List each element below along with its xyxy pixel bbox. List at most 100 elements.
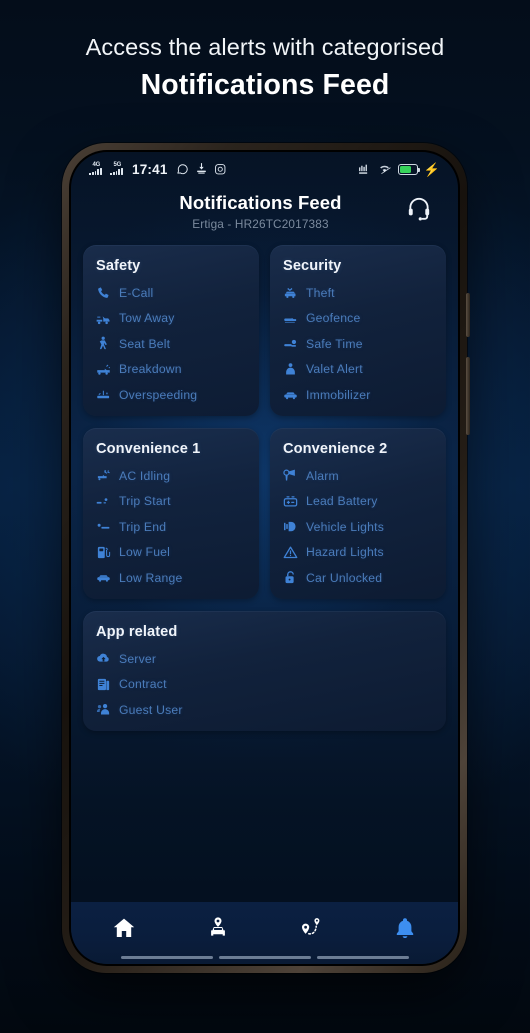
list-item[interactable]: AC Idling	[96, 468, 246, 483]
seat-belt-icon	[96, 336, 111, 351]
list-item[interactable]: Contract	[96, 677, 433, 692]
signal-5g-icon: 5G	[110, 162, 126, 175]
list-item[interactable]: Alarm	[283, 468, 433, 483]
home-icon	[111, 915, 137, 941]
category-card-convenience-2[interactable]: Convenience 2 Alarm Lead Battery Vehicle…	[270, 428, 446, 600]
page-title: Notifications Feed	[179, 192, 342, 213]
card-title: Convenience 1	[96, 441, 201, 458]
trip-start-icon	[96, 494, 111, 509]
list-item[interactable]: Theft	[283, 285, 433, 300]
nav-item-trips[interactable]	[265, 902, 359, 954]
list-item-label: AC Idling	[119, 468, 171, 483]
promo-headline: Access the alerts with categorised Notif…	[0, 32, 530, 104]
app-header: Notifications Feed Ertiga - HR26TC201738…	[71, 182, 458, 241]
category-card-security[interactable]: Security Theft Geofence Safe Time Valet …	[270, 245, 446, 417]
phone-icon	[96, 285, 111, 300]
battery-icon	[397, 163, 421, 175]
list-item[interactable]: Guest User	[96, 702, 433, 717]
contract-icon	[96, 677, 111, 692]
ac-idling-icon	[96, 468, 111, 483]
valet-icon	[283, 362, 298, 377]
signal-4g-icon: 4G	[89, 162, 105, 175]
bell-icon	[392, 915, 418, 941]
list-item[interactable]: Trip Start	[96, 494, 246, 509]
list-item[interactable]: Low Fuel	[96, 545, 246, 560]
list-item[interactable]: Breakdown	[96, 362, 246, 377]
list-item-label: Alarm	[306, 468, 339, 483]
phone-screen: 4G 5G 17:41 ⚡ Notifications Feed Ertiga …	[71, 152, 458, 964]
nav-item-vehicle[interactable]	[171, 902, 265, 954]
list-item-label: Low Range	[119, 570, 183, 585]
notification-categories: Safety E-Call Tow Away Seat Belt Breakdo…	[71, 241, 458, 732]
list-item-label: Car Unlocked	[306, 570, 383, 585]
low-range-icon	[96, 570, 111, 585]
card-items: Alarm Lead Battery Vehicle Lights Hazard…	[283, 468, 433, 585]
battery-icon	[283, 494, 298, 509]
list-item-label: Trip Start	[119, 494, 171, 509]
list-item[interactable]: Low Range	[96, 570, 246, 585]
list-item[interactable]: Geofence	[283, 311, 433, 326]
nav-item-notifications[interactable]	[358, 902, 452, 954]
category-card-app-related[interactable]: App related Server Contract Guest User	[83, 611, 446, 732]
list-item[interactable]: Server	[96, 651, 433, 666]
card-title: Safety	[96, 258, 141, 275]
card-items: E-Call Tow Away Seat Belt Breakdown Over…	[96, 285, 246, 402]
breakdown-car-icon	[96, 362, 111, 377]
list-item[interactable]: Tow Away	[96, 311, 246, 326]
list-item[interactable]: Overspeeding	[96, 387, 246, 402]
phone-mockup: 4G 5G 17:41 ⚡ Notifications Feed Ertiga …	[62, 143, 470, 973]
card-items: Theft Geofence Safe Time Valet Alert Imm…	[283, 285, 433, 402]
safe-time-icon	[283, 336, 298, 351]
list-item[interactable]: Valet Alert	[283, 362, 433, 377]
list-item-label: Trip End	[119, 519, 167, 534]
alarm-siren-icon	[283, 468, 298, 483]
status-bar-left: 4G 5G 17:41	[89, 162, 228, 177]
server-cloud-icon	[96, 651, 111, 666]
list-item-label: Overspeeding	[119, 387, 198, 402]
list-item-label: Server	[119, 651, 157, 666]
list-item-label: Safe Time	[306, 336, 363, 351]
list-item[interactable]: Vehicle Lights	[283, 519, 433, 534]
list-item[interactable]: E-Call	[96, 285, 246, 300]
list-item-label: Guest User	[119, 702, 183, 717]
lte-icon	[358, 162, 372, 176]
wifi-icon	[378, 162, 392, 176]
category-card-convenience-1[interactable]: Convenience 1 AC Idling Trip Start Trip …	[83, 428, 259, 600]
list-item-label: E-Call	[119, 285, 154, 300]
vehicle-pin-icon	[205, 915, 231, 941]
card-items: AC Idling Trip Start Trip End Low Fuel L…	[96, 468, 246, 585]
list-item-label: Immobilizer	[306, 387, 371, 402]
whatsapp-icon	[176, 162, 190, 176]
list-item-label: Valet Alert	[306, 362, 363, 377]
category-card-safety[interactable]: Safety E-Call Tow Away Seat Belt Breakdo…	[83, 245, 259, 417]
card-title: Convenience 2	[283, 441, 388, 458]
status-bar-clock: 17:41	[132, 161, 168, 177]
theft-icon	[283, 285, 298, 300]
promo-line-1: Access the alerts with categorised	[85, 34, 445, 60]
nav-item-home[interactable]	[77, 902, 171, 954]
list-item[interactable]: Safe Time	[283, 336, 433, 351]
phone-power-button[interactable]	[466, 357, 470, 435]
card-title: App related	[96, 624, 178, 641]
list-item[interactable]: Lead Battery	[283, 494, 433, 509]
list-item-label: Theft	[306, 285, 335, 300]
list-item[interactable]: Seat Belt	[96, 336, 246, 351]
vehicle-subtitle: Ertiga - HR26TC2017383	[192, 217, 329, 232]
status-bar: 4G 5G 17:41 ⚡	[71, 152, 458, 182]
list-item-label: Geofence	[306, 311, 361, 326]
guest-user-icon	[96, 702, 111, 717]
phone-volume-button[interactable]	[466, 293, 470, 337]
card-row-3: App related Server Contract Guest User	[83, 611, 446, 732]
list-item[interactable]: Hazard Lights	[283, 545, 433, 560]
list-item[interactable]: Car Unlocked	[283, 570, 433, 585]
gesture-indicator[interactable]	[71, 956, 458, 959]
phone-bezel: 4G 5G 17:41 ⚡ Notifications Feed Ertiga …	[69, 150, 460, 966]
support-button[interactable]	[402, 193, 436, 227]
list-item-label: Lead Battery	[306, 494, 378, 509]
list-item[interactable]: Trip End	[96, 519, 246, 534]
header-titles: Notifications Feed Ertiga - HR26TC201738…	[93, 191, 402, 231]
bottom-navigation	[71, 902, 458, 964]
camera-icon	[214, 162, 228, 176]
download-icon	[195, 162, 209, 176]
list-item[interactable]: Immobilizer	[283, 387, 433, 402]
